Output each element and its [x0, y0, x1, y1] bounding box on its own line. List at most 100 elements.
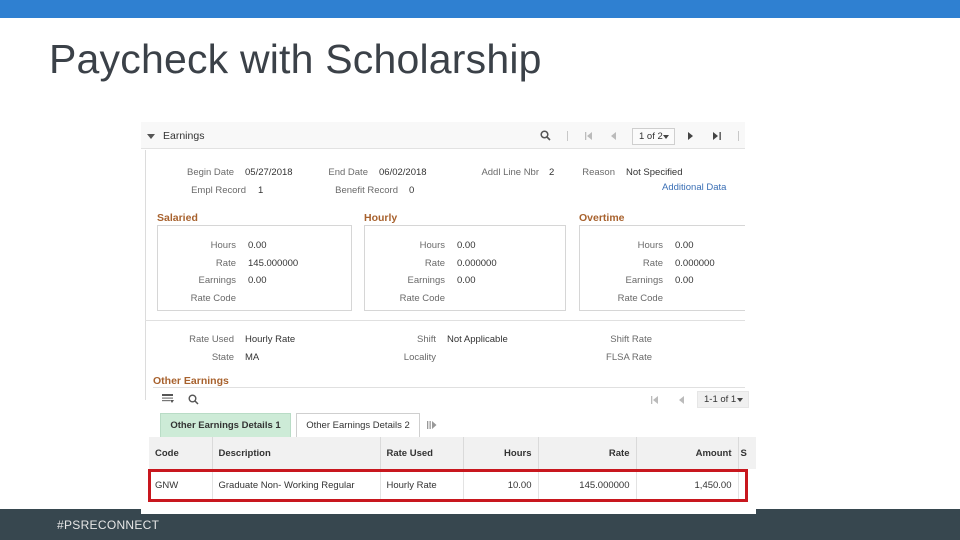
section-left-border — [145, 150, 146, 400]
salaried-title: Salaried — [157, 212, 198, 224]
empl-record-value: 1 — [258, 185, 264, 196]
earnings-value: 0.00 — [248, 275, 267, 286]
shift-label: Shift — [416, 334, 436, 345]
hourly-title: Hourly — [364, 212, 398, 224]
state-label: State — [211, 352, 234, 363]
column-header-truncated[interactable]: S — [738, 437, 756, 469]
tab-other-earnings-details-1[interactable]: Other Earnings Details 1 — [160, 413, 291, 437]
salaried-rate-row: Rate 145.000000 — [158, 258, 351, 272]
top-accent-bar — [0, 0, 960, 18]
previous-page-icon[interactable] — [679, 396, 685, 404]
hours-label: Hours — [637, 240, 663, 251]
hourly-rate-code-row: Rate Code — [365, 293, 565, 307]
state-value: MA — [245, 352, 260, 363]
begin-date-label: Begin Date — [186, 167, 234, 178]
addl-line-nbr-value: 2 — [549, 167, 555, 178]
locality-label: Locality — [403, 352, 436, 363]
addl-line-nbr-label: Addl Line Nbr — [481, 167, 539, 178]
earnings-label: Earnings — [198, 275, 237, 286]
clip-edge — [745, 122, 756, 387]
collapse-caret-icon[interactable] — [147, 134, 155, 139]
column-header-hours[interactable]: Hours — [463, 437, 539, 469]
hourly-group: Hours 0.00 Rate 0.000000 Earnings 0.00 R… — [364, 225, 566, 311]
overtime-title: Overtime — [579, 212, 625, 224]
hours-value: 0.00 — [457, 240, 476, 251]
earnings-value: 0.00 — [675, 275, 694, 286]
column-header-code[interactable]: Code — [149, 437, 213, 469]
overtime-group: Hours 0.00 Rate 0.000000 Earnings 0.00 R… — [579, 225, 756, 311]
column-header-rate[interactable]: Rate — [538, 437, 637, 469]
paycheck-screenshot: Earnings 1 of 2 Begin Date 05/27/2018 En… — [141, 122, 756, 514]
next-page-icon[interactable] — [688, 132, 694, 140]
earnings-value: 0.00 — [457, 275, 476, 286]
overtime-earnings-row: Earnings 0.00 — [580, 275, 756, 289]
rate-value: 145.000000 — [248, 258, 299, 269]
search-icon[interactable] — [540, 130, 551, 141]
salaried-hours-row: Hours 0.00 — [158, 240, 351, 254]
other-earnings-divider — [153, 387, 745, 388]
rate-value: 0.000000 — [675, 258, 715, 269]
column-header-description[interactable]: Description — [212, 437, 381, 469]
other-earnings-page-value: 1-1 of 1 — [704, 394, 737, 405]
previous-page-icon[interactable] — [611, 132, 617, 140]
highlight-box — [148, 469, 748, 502]
earnings-title: Earnings — [163, 130, 205, 142]
benefit-record-label: Benefit Record — [335, 185, 398, 196]
toolbar-separator — [738, 131, 739, 141]
first-page-icon[interactable] — [651, 396, 659, 404]
chevron-down-icon — [663, 135, 669, 139]
other-earnings-title: Other Earnings — [153, 375, 229, 387]
empl-record-label: Empl Record — [191, 185, 246, 196]
end-date-value: 06/02/2018 — [379, 167, 427, 178]
slide-title: Paycheck with Scholarship — [49, 36, 542, 82]
hourly-rate-row: Rate 0.000000 — [365, 258, 565, 272]
overtime-rate-row: Rate 0.000000 — [580, 258, 756, 272]
salaried-earnings-row: Earnings 0.00 — [158, 275, 351, 289]
last-page-icon[interactable] — [713, 132, 721, 140]
first-page-icon[interactable] — [585, 132, 593, 140]
toolbar-separator — [567, 131, 568, 141]
hourly-hours-row: Hours 0.00 — [365, 240, 565, 254]
footer-hashtag: #PSRECONNECT — [57, 518, 160, 532]
column-header-rate-used[interactable]: Rate Used — [380, 437, 464, 469]
shift-value: Not Applicable — [447, 334, 508, 345]
earnings-label: Earnings — [625, 275, 664, 286]
divider — [145, 320, 745, 321]
overtime-rate-code-row: Rate Code — [580, 293, 756, 307]
benefit-record-value: 0 — [409, 185, 415, 196]
other-earnings-page-select[interactable]: 1-1 of 1 — [697, 391, 749, 408]
additional-data-link[interactable]: Additional Data — [662, 182, 726, 193]
earnings-header[interactable]: Earnings 1 of 2 — [141, 122, 745, 149]
column-header-amount[interactable]: Amount — [636, 437, 739, 469]
overtime-hours-row: Hours 0.00 — [580, 240, 756, 254]
rate-code-label: Rate Code — [190, 293, 236, 304]
hours-label: Hours — [419, 240, 445, 251]
rate-used-label: Rate Used — [189, 334, 234, 345]
tab-other-earnings-details-2[interactable]: Other Earnings Details 2 — [296, 413, 420, 437]
rate-used-value: Hourly Rate — [245, 334, 296, 345]
salaried-rate-code-row: Rate Code — [158, 293, 351, 307]
earnings-page-select[interactable]: 1 of 2 — [632, 128, 675, 145]
table-header-row: Code Description Rate Used Hours Rate Am… — [149, 437, 756, 469]
search-icon[interactable] — [188, 394, 199, 405]
rate-label: Rate — [424, 258, 445, 269]
begin-date-value: 05/27/2018 — [245, 167, 293, 178]
rate-code-label: Rate Code — [399, 293, 445, 304]
salaried-group: Hours 0.00 Rate 145.000000 Earnings 0.00… — [157, 225, 352, 311]
hourly-earnings-row: Earnings 0.00 — [365, 275, 565, 289]
end-date-label: End Date — [328, 167, 368, 178]
show-all-columns-icon[interactable] — [427, 421, 437, 429]
reason-label: Reason — [582, 167, 615, 178]
earnings-label: Earnings — [407, 275, 446, 286]
rate-label: Rate — [215, 258, 236, 269]
rate-value: 0.000000 — [457, 258, 497, 269]
hours-value: 0.00 — [675, 240, 694, 251]
rate-label: Rate — [642, 258, 663, 269]
hours-label: Hours — [210, 240, 236, 251]
hours-value: 0.00 — [248, 240, 267, 251]
chevron-down-icon — [737, 398, 743, 402]
flsa-rate-label: FLSA Rate — [606, 352, 652, 363]
reason-value: Not Specified — [626, 167, 683, 178]
rate-code-label: Rate Code — [617, 293, 663, 304]
grid-view-icon[interactable] — [162, 394, 174, 404]
